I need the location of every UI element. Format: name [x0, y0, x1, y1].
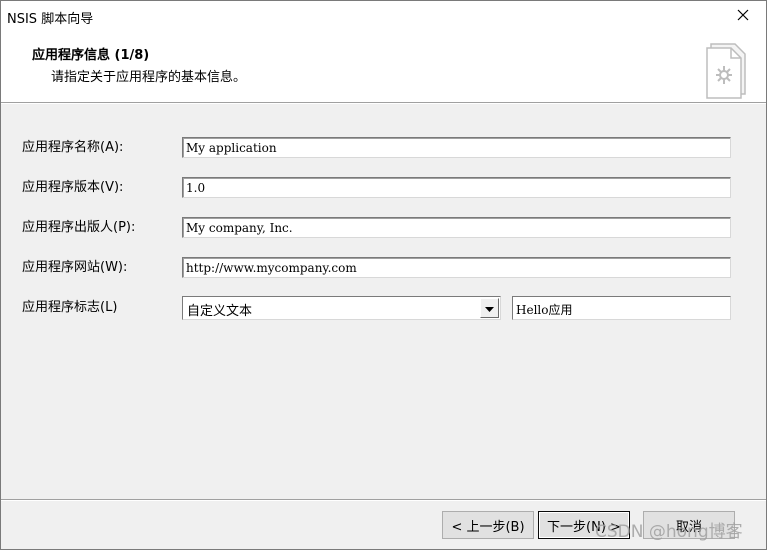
wizard-window: NSIS 脚本向导 应用程序信息 (1/8) 请指定关于应用程序的基本信息。 应… — [0, 0, 767, 550]
page-title: 应用程序信息 (1/8) — [32, 48, 150, 63]
cancel-button[interactable]: 取消 — [643, 511, 735, 539]
title-bar: NSIS 脚本向导 — [1, 1, 766, 32]
app-version-label: 应用程序版本(V): — [22, 180, 124, 195]
wizard-header: 应用程序信息 (1/8) 请指定关于应用程序的基本信息。 — [1, 32, 766, 102]
app-logo-label: 应用程序标志(L) — [22, 300, 118, 315]
close-button[interactable] — [720, 1, 766, 32]
app-name-label: 应用程序名称(A): — [22, 140, 124, 155]
app-logo-text-input[interactable]: Hello应用 — [512, 296, 731, 320]
app-name-input[interactable]: My application — [182, 137, 731, 158]
document-gear-icon — [701, 38, 749, 100]
app-website-input[interactable]: http://www.mycompany.com — [182, 257, 731, 278]
footer-divider-highlight — [1, 500, 766, 501]
next-button[interactable]: 下一步(N) > — [538, 511, 630, 539]
app-publisher-label: 应用程序出版人(P): — [22, 220, 136, 235]
header-divider-highlight — [1, 103, 766, 104]
close-icon — [737, 9, 749, 25]
app-version-input[interactable]: 1.0 — [182, 177, 731, 198]
window-title: NSIS 脚本向导 — [7, 12, 94, 27]
app-website-label: 应用程序网站(W): — [22, 260, 128, 275]
back-button[interactable]: < 上一步(B) — [442, 511, 534, 539]
app-publisher-input[interactable]: My company, Inc. — [182, 217, 731, 238]
chevron-down-icon — [485, 301, 494, 316]
app-logo-select[interactable]: 自定义文本 — [182, 296, 501, 320]
dropdown-button[interactable] — [480, 298, 499, 318]
app-logo-select-value: 自定义文本 — [187, 304, 253, 319]
page-subtitle: 请指定关于应用程序的基本信息。 — [51, 70, 247, 85]
